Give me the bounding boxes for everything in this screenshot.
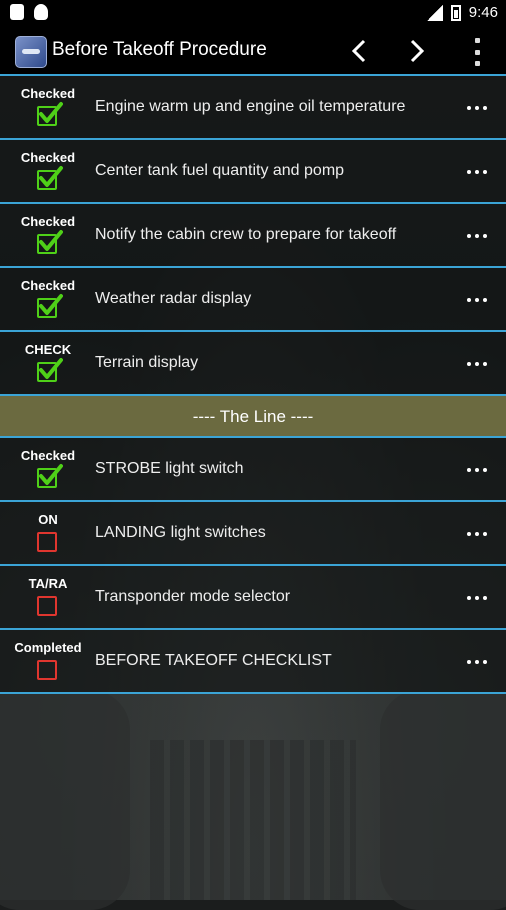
status-label: Checked: [20, 150, 76, 165]
check-icon: [39, 166, 63, 187]
divider-label: ---- The Line ----: [192, 407, 314, 426]
more-options-button[interactable]: [467, 596, 487, 600]
item-label: Notify the cabin crew to prepare for tak…: [95, 226, 397, 243]
more-dot-icon: [475, 106, 479, 110]
checklist-row[interactable]: ON LANDING light switches: [0, 502, 506, 566]
checklist: Checked Engine warm up and engine oil te…: [0, 76, 506, 694]
checkbox[interactable]: [37, 596, 57, 616]
item-label: Terrain display: [95, 354, 199, 371]
overflow-dot-icon: [474, 61, 480, 66]
item-label: Engine warm up and engine oil temperatur…: [95, 98, 406, 115]
more-dot-icon: [475, 468, 479, 472]
more-dot-icon: [483, 298, 487, 302]
status-label: TA/RA: [28, 576, 68, 591]
more-options-button[interactable]: [467, 298, 487, 302]
more-dot-icon: [467, 234, 471, 238]
section-divider: ---- The Line ----: [0, 396, 506, 438]
check-icon: [39, 294, 63, 315]
checklist-row[interactable]: TA/RA Transponder mode selector: [0, 566, 506, 630]
item-label: Center tank fuel quantity and pomp: [95, 162, 345, 179]
status-label: Checked: [20, 214, 76, 229]
status-label: Checked: [20, 278, 76, 293]
more-dot-icon: [467, 298, 471, 302]
battery-icon: [450, 4, 461, 21]
check-icon: [39, 230, 63, 251]
more-dot-icon: [475, 170, 479, 174]
status-label: Checked: [20, 86, 76, 101]
checkbox[interactable]: [37, 660, 57, 680]
more-dot-icon: [483, 234, 487, 238]
more-options-button[interactable]: [467, 660, 487, 664]
check-icon: [39, 358, 63, 379]
page-title: Before Takeoff Procedure: [52, 39, 267, 60]
checklist-row[interactable]: Checked Engine warm up and engine oil te…: [0, 76, 506, 140]
item-label: Weather radar display: [95, 290, 252, 307]
more-dot-icon: [467, 532, 471, 536]
more-dot-icon: [467, 362, 471, 366]
checklist-row[interactable]: Completed BEFORE TAKEOFF CHECKLIST: [0, 630, 506, 694]
signal-icon: [426, 4, 443, 21]
status-time: 9:46: [468, 4, 498, 21]
more-dot-icon: [475, 298, 479, 302]
checklist-row[interactable]: Checked Notify the cabin crew to prepare…: [0, 204, 506, 268]
overflow-menu-button[interactable]: [464, 38, 490, 66]
item-label: STROBE light switch: [95, 460, 244, 477]
overflow-dot-icon: [474, 49, 480, 55]
item-label: BEFORE TAKEOFF CHECKLIST: [95, 652, 332, 669]
background-seat-right: [380, 690, 506, 910]
background-panel: [150, 740, 356, 900]
next-button[interactable]: [399, 34, 435, 68]
previous-button[interactable]: [341, 34, 377, 68]
more-dot-icon: [475, 234, 479, 238]
more-options-button[interactable]: [467, 362, 487, 366]
check-icon: [39, 102, 63, 123]
app-logo-icon[interactable]: [15, 36, 47, 68]
status-label: Checked: [20, 448, 76, 463]
checklist-row[interactable]: Checked STROBE light switch: [0, 438, 506, 502]
sd-card-icon: [10, 4, 24, 20]
more-dot-icon: [475, 532, 479, 536]
status-bar: 9:46: [0, 0, 506, 28]
item-label: Transponder mode selector: [95, 588, 291, 605]
checklist-row[interactable]: Checked Center tank fuel quantity and po…: [0, 140, 506, 204]
more-options-button[interactable]: [467, 468, 487, 472]
more-dot-icon: [467, 106, 471, 110]
item-label: LANDING light switches: [95, 524, 266, 541]
more-dot-icon: [467, 596, 471, 600]
app-bar: Before Takeoff Procedure: [0, 28, 506, 76]
checklist-row[interactable]: Checked Weather radar display: [0, 268, 506, 332]
more-dot-icon: [467, 170, 471, 174]
more-dot-icon: [475, 660, 479, 664]
status-label: ON: [38, 512, 58, 527]
more-options-button[interactable]: [467, 170, 487, 174]
overflow-dot-icon: [474, 38, 480, 43]
more-dot-icon: [483, 596, 487, 600]
status-label: CHECK: [24, 342, 72, 357]
status-label: Completed: [14, 640, 82, 655]
more-options-button[interactable]: [467, 234, 487, 238]
check-icon: [39, 464, 63, 485]
more-dot-icon: [467, 468, 471, 472]
more-dot-icon: [483, 106, 487, 110]
more-dot-icon: [483, 362, 487, 366]
more-dot-icon: [467, 660, 471, 664]
chevron-left-icon: [351, 39, 366, 63]
more-dot-icon: [483, 468, 487, 472]
more-options-button[interactable]: [467, 106, 487, 110]
checklist-row[interactable]: CHECK Terrain display: [0, 332, 506, 396]
background-seat-left: [0, 690, 130, 910]
chevron-right-icon: [410, 39, 425, 63]
more-dot-icon: [483, 170, 487, 174]
more-options-button[interactable]: [467, 532, 487, 536]
more-dot-icon: [483, 660, 487, 664]
more-dot-icon: [483, 532, 487, 536]
android-icon: [34, 4, 48, 20]
more-dot-icon: [475, 596, 479, 600]
more-dot-icon: [475, 362, 479, 366]
checkbox[interactable]: [37, 532, 57, 552]
